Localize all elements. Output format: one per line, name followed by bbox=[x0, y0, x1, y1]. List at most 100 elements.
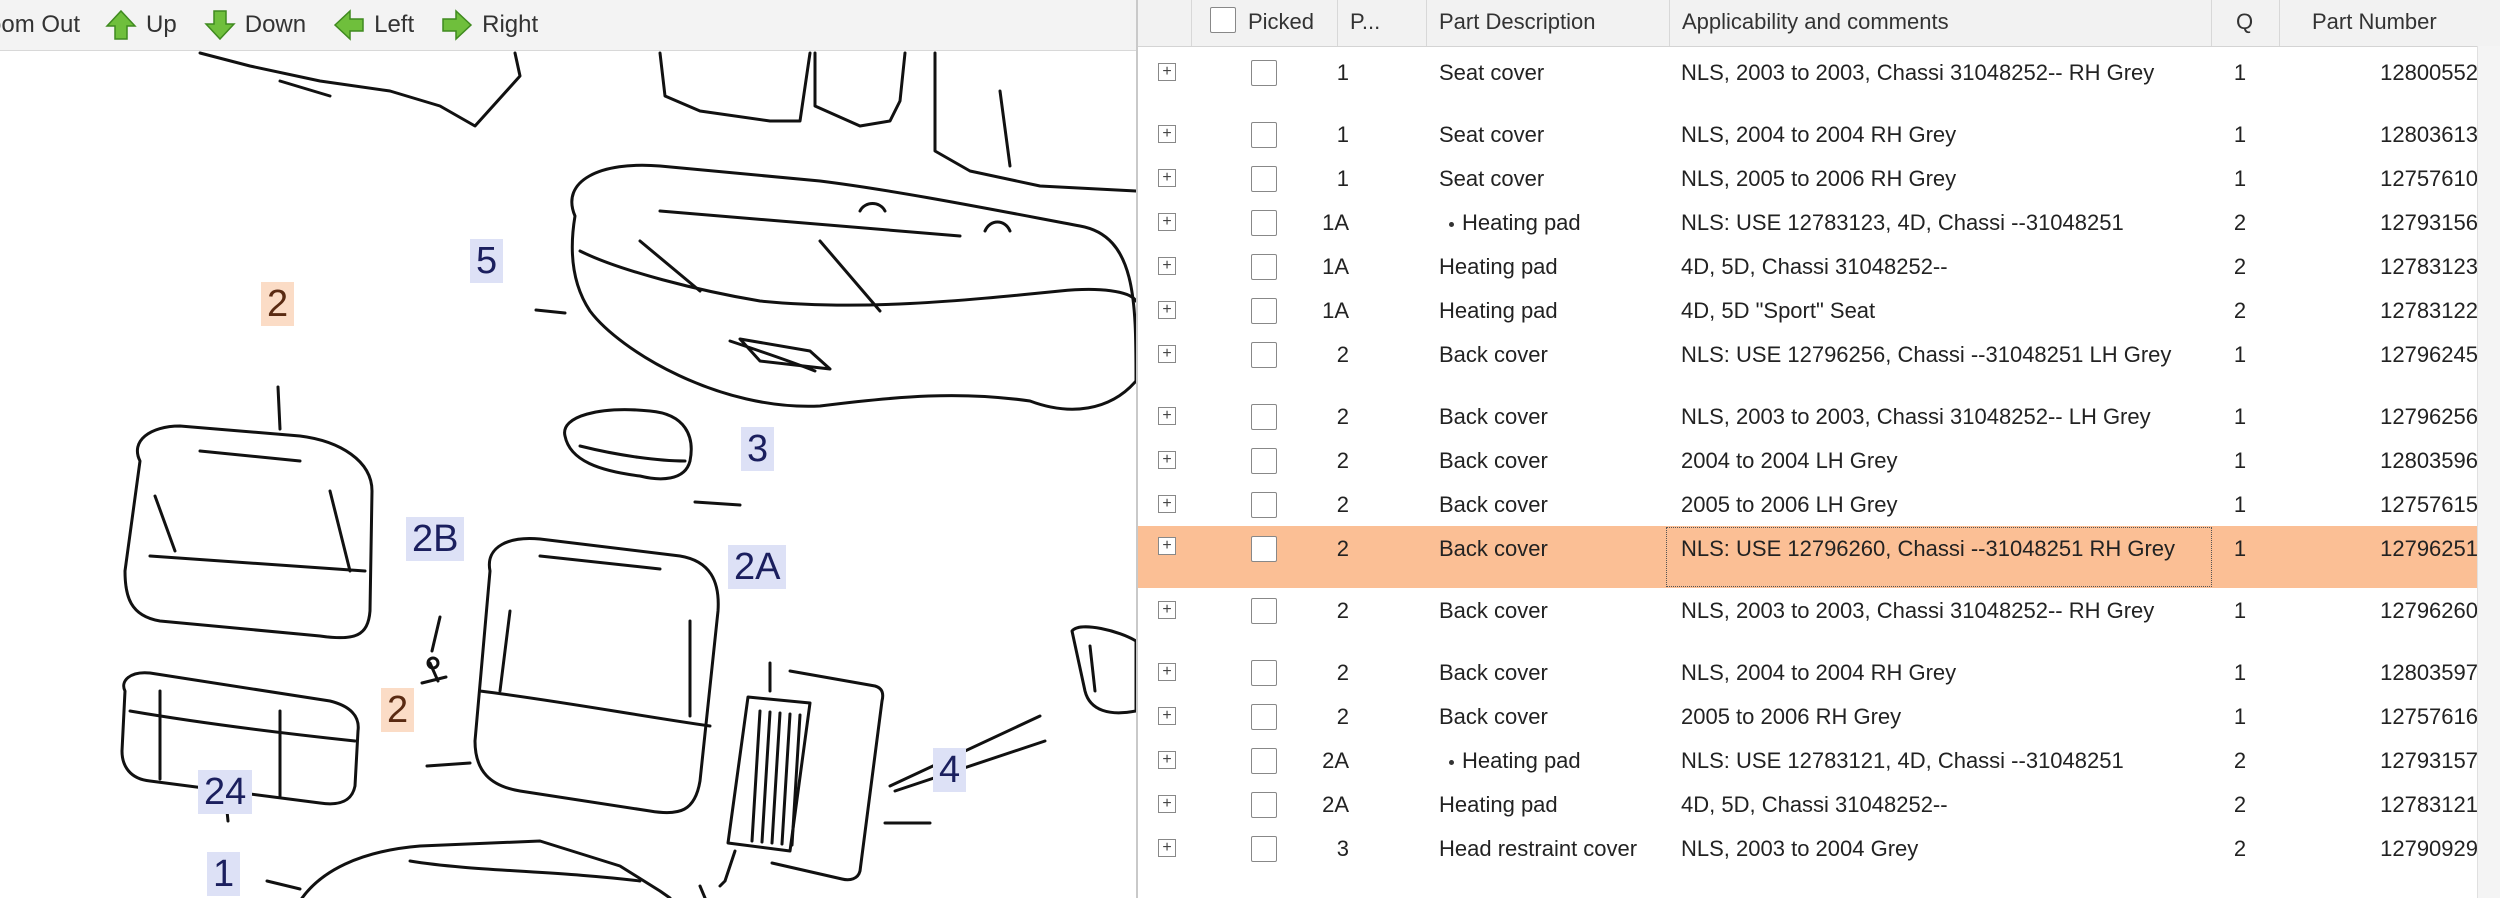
header-position[interactable]: P... bbox=[1338, 0, 1427, 46]
picked-checkbox[interactable] bbox=[1251, 254, 1277, 280]
parts-diagram[interactable]: 5 2 3 2B 2A 2 4 24 1 bbox=[0, 51, 1136, 898]
expand-plus-icon[interactable]: + bbox=[1158, 345, 1176, 363]
cell-description-text: Back cover bbox=[1439, 492, 1548, 517]
picked-checkbox[interactable] bbox=[1251, 704, 1277, 730]
expand-plus-icon[interactable]: + bbox=[1158, 257, 1176, 275]
picked-checkbox[interactable] bbox=[1251, 660, 1277, 686]
callout-2-front[interactable]: 2 bbox=[381, 688, 415, 732]
table-row[interactable]: +1 Seat cover NLS, 2004 to 2004 RH Grey 1 12… bbox=[1138, 112, 2500, 156]
picked-checkbox[interactable] bbox=[1251, 492, 1277, 518]
picked-checkbox[interactable] bbox=[1251, 122, 1277, 148]
expand-plus-icon[interactable]: + bbox=[1158, 601, 1176, 619]
picked-checkbox[interactable] bbox=[1251, 298, 1277, 324]
cell-quantity: 1 bbox=[2233, 704, 2247, 729]
cell-position: 1 bbox=[1336, 122, 1349, 147]
cell-applicability: NLS, 2003 to 2003, Chassi 31048252-- RH … bbox=[1681, 60, 2155, 85]
table-row[interactable]: +3 Head restraint cover NLS, 2003 to 2004 … bbox=[1138, 826, 2500, 888]
callout-4[interactable]: 4 bbox=[933, 748, 967, 792]
cell-description-text: Heating pad bbox=[1439, 792, 1558, 817]
picked-checkbox[interactable] bbox=[1251, 404, 1277, 430]
picked-checkbox[interactable] bbox=[1251, 536, 1277, 562]
callout-5[interactable]: 5 bbox=[470, 239, 504, 283]
picked-checkbox[interactable] bbox=[1251, 210, 1277, 236]
picked-checkbox[interactable] bbox=[1251, 748, 1277, 774]
expand-plus-icon[interactable]: + bbox=[1158, 795, 1176, 813]
cell-position: 2A bbox=[1322, 748, 1349, 773]
cell-description-text: Seat cover bbox=[1439, 166, 1545, 191]
table-row[interactable]: +2 Back cover 2005 to 2006 RH Grey 1 1275761… bbox=[1138, 694, 2500, 738]
header-quantity[interactable]: Q bbox=[2212, 0, 2280, 46]
cell-description-text: Back cover bbox=[1439, 598, 1548, 623]
pan-down-button[interactable]: Down bbox=[203, 8, 306, 42]
table-row[interactable]: +2 Back cover NLS, 2003 to 2003, Chassi 31… bbox=[1138, 588, 2500, 650]
table-row[interactable]: +2 Back cover NLS: USE 12796260, Chassi --… bbox=[1138, 526, 2500, 588]
callout-2-rear[interactable]: 2 bbox=[261, 282, 295, 326]
picked-checkbox[interactable] bbox=[1251, 598, 1277, 624]
cell-part-number: 12796245 bbox=[2380, 342, 2478, 367]
cell-part-number: 12800552 bbox=[2380, 60, 2478, 85]
callout-1[interactable]: 1 bbox=[207, 852, 241, 896]
expand-plus-icon[interactable]: + bbox=[1158, 495, 1176, 513]
table-row[interactable]: +1A Heating pad NLS: USE 12783123, 4D, Cha… bbox=[1138, 200, 2500, 244]
cell-position: 1 bbox=[1336, 166, 1349, 191]
expand-plus-icon[interactable]: + bbox=[1158, 125, 1176, 143]
expand-plus-icon[interactable]: + bbox=[1158, 451, 1176, 469]
picked-checkbox[interactable] bbox=[1251, 448, 1277, 474]
expand-plus-icon[interactable]: + bbox=[1158, 169, 1176, 187]
cell-position: 2 bbox=[1336, 492, 1349, 517]
expand-plus-icon[interactable]: + bbox=[1158, 537, 1176, 555]
callout-2b[interactable]: 2B bbox=[406, 517, 465, 561]
table-row[interactable]: +1A Heating pad 4D, 5D, Chassi 31048252-- 2… bbox=[1138, 244, 2500, 288]
cell-description-text: Back cover bbox=[1439, 342, 1548, 367]
table-row[interactable]: +2 Back cover NLS, 2003 to 2003, Chassi 31… bbox=[1138, 394, 2500, 438]
expand-plus-icon[interactable]: + bbox=[1158, 839, 1176, 857]
cell-applicability: 2005 to 2006 RH Grey bbox=[1681, 704, 1902, 729]
table-row[interactable]: +1 Seat cover NLS, 2003 to 2003, Chassi 31… bbox=[1138, 50, 2500, 112]
pan-left-button[interactable]: Left bbox=[332, 8, 414, 42]
cell-applicability: NLS, 2003 to 2003, Chassi 31048252-- RH … bbox=[1681, 598, 2155, 623]
table-row[interactable]: +2 Back cover NLS, 2004 to 2004 RH Grey 1 12… bbox=[1138, 650, 2500, 694]
picked-checkbox[interactable] bbox=[1251, 166, 1277, 192]
expand-plus-icon[interactable]: + bbox=[1158, 707, 1176, 725]
cell-quantity: 2 bbox=[2233, 792, 2247, 817]
expand-plus-icon[interactable]: + bbox=[1158, 213, 1176, 231]
expand-plus-icon[interactable]: + bbox=[1158, 63, 1176, 81]
header-applicability[interactable]: Applicability and comments bbox=[1670, 0, 2212, 46]
cell-quantity: 1 bbox=[2233, 60, 2247, 85]
callout-3[interactable]: 3 bbox=[741, 427, 775, 471]
picked-checkbox[interactable] bbox=[1251, 792, 1277, 818]
cell-applicability: NLS, 2004 to 2004 RH Grey bbox=[1681, 122, 1957, 147]
header-part-number[interactable]: Part Number bbox=[2280, 0, 2500, 46]
cell-quantity: 2 bbox=[2233, 210, 2247, 235]
expand-plus-icon[interactable]: + bbox=[1158, 407, 1176, 425]
picked-checkbox[interactable] bbox=[1251, 836, 1277, 862]
header-picked[interactable]: Picked bbox=[1192, 0, 1338, 46]
cell-part-number: 12757616 bbox=[2380, 704, 2478, 729]
pan-right-button[interactable]: Right bbox=[440, 8, 538, 42]
header-expand bbox=[1138, 0, 1192, 46]
select-all-checkbox[interactable] bbox=[1210, 7, 1236, 33]
cell-part-number: 12793156 bbox=[2380, 210, 2478, 235]
zoom-out-button[interactable]: oom Out bbox=[0, 11, 80, 39]
table-row[interactable]: +2A Heating pad 4D, 5D, Chassi 31048252-- 2… bbox=[1138, 782, 2500, 826]
picked-checkbox[interactable] bbox=[1251, 60, 1277, 86]
cell-quantity: 1 bbox=[2233, 166, 2247, 191]
table-row[interactable]: +2 Back cover NLS: USE 12796256, Chassi --… bbox=[1138, 332, 2500, 394]
table-row[interactable]: +1A Heating pad 4D, 5D "Sport" Seat 2 127831… bbox=[1138, 288, 2500, 332]
table-row[interactable]: +2 Back cover 2005 to 2006 LH Grey 1 1275761… bbox=[1138, 482, 2500, 526]
expand-plus-icon[interactable]: + bbox=[1158, 301, 1176, 319]
expand-plus-icon[interactable]: + bbox=[1158, 751, 1176, 769]
callout-24[interactable]: 24 bbox=[198, 770, 253, 814]
cell-applicability: NLS: USE 12783121, 4D, Chassi --31048251 bbox=[1681, 748, 2124, 773]
table-row[interactable]: +1 Seat cover NLS, 2005 to 2006 RH Grey 1 12… bbox=[1138, 156, 2500, 200]
expand-plus-icon[interactable]: + bbox=[1158, 663, 1176, 681]
header-description[interactable]: Part Description bbox=[1427, 0, 1670, 46]
table-row[interactable]: +2 Back cover 2004 to 2004 LH Grey 1 1280359… bbox=[1138, 438, 2500, 482]
pan-up-button[interactable]: Up bbox=[104, 8, 177, 42]
cell-description: Head restraint cover bbox=[1439, 834, 1669, 863]
picked-checkbox[interactable] bbox=[1251, 342, 1277, 368]
callout-2a[interactable]: 2A bbox=[728, 545, 787, 589]
cell-part-number: 12783123 bbox=[2380, 254, 2478, 279]
table-row[interactable]: +2A Heating pad NLS: USE 12783121, 4D, Cha… bbox=[1138, 738, 2500, 782]
vertical-scrollbar[interactable] bbox=[2477, 46, 2500, 898]
